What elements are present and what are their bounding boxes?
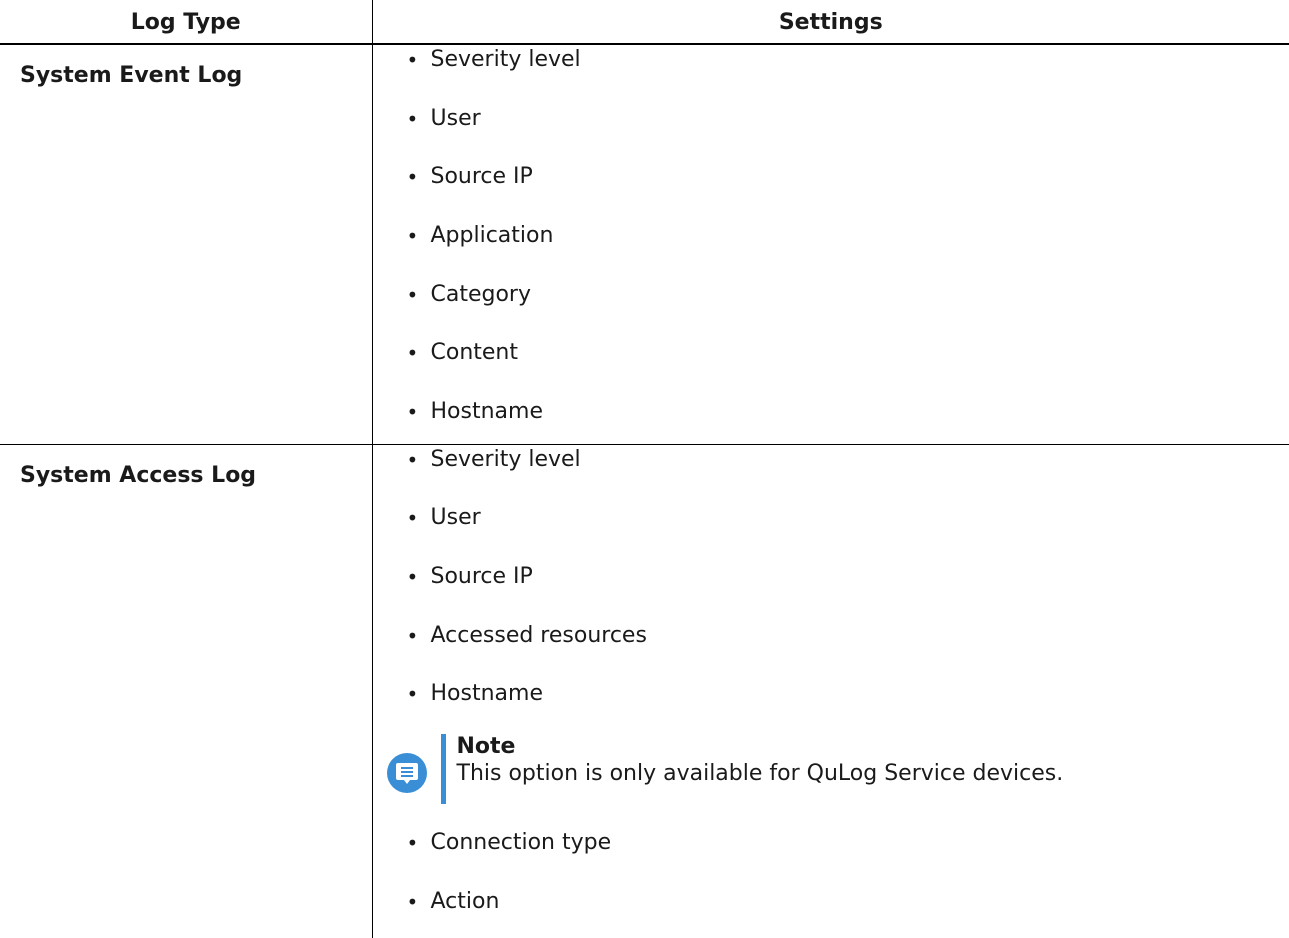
setting-label: Connection type xyxy=(430,829,612,855)
list-item: • Category xyxy=(407,266,1289,325)
list-item: • Accessed resources xyxy=(407,607,1289,666)
settings-list: • Connection type • Action xyxy=(373,814,1289,931)
settings-cell: • Severity level • User • Source IP • Access… xyxy=(372,444,1289,938)
list-item: • Connection type xyxy=(407,814,1289,873)
setting-label: Action xyxy=(430,888,500,914)
setting-label: Category xyxy=(430,281,532,307)
setting-label: Severity level xyxy=(430,446,581,472)
setting-label: Source IP xyxy=(430,164,533,190)
setting-label: User xyxy=(430,505,481,531)
bullet: • xyxy=(406,447,419,472)
setting-label: Severity level xyxy=(430,47,581,72)
list-item: • Severity level xyxy=(407,431,1289,490)
setting-label: Hostname xyxy=(430,681,543,707)
bullet: • xyxy=(406,830,419,855)
settings-cell: • Severity level • User • Source IP • Applic… xyxy=(372,44,1289,445)
bullet: • xyxy=(406,623,419,648)
setting-label: Accessed resources xyxy=(430,622,647,648)
note-accent-bar xyxy=(440,733,446,804)
bullet: • xyxy=(406,564,419,589)
list-item: • Source IP xyxy=(407,548,1289,607)
bullet: • xyxy=(406,224,419,249)
list-item: • Content xyxy=(407,324,1289,383)
bullet: • xyxy=(406,341,419,366)
note-text: This option is only available for QuLog … xyxy=(456,760,1064,786)
setting-label: Source IP xyxy=(430,563,533,589)
column-header-log-type: Log Type xyxy=(0,0,373,45)
log-type-cell: System Access Log xyxy=(0,444,373,938)
settings-list: • Severity level • User • Source IP • Access… xyxy=(373,431,1289,724)
list-item: • Application xyxy=(407,207,1289,266)
list-item: • User xyxy=(407,90,1289,149)
setting-label: Content xyxy=(430,340,519,366)
bullet: • xyxy=(406,106,419,131)
bullet: • xyxy=(406,400,419,425)
log-settings-table: Log Type Settings System Event Log • Seve… xyxy=(0,0,1289,938)
bullet: • xyxy=(406,682,419,707)
list-item: • Severity level xyxy=(407,31,1289,90)
note-callout: Note This option is only available for Q… xyxy=(386,730,1289,822)
list-item: • Source IP xyxy=(407,148,1289,207)
bullet: • xyxy=(406,48,419,72)
table-row: System Access Log • Severity level • User … xyxy=(0,444,1289,938)
list-item: • Hostname xyxy=(407,665,1289,724)
note-title: Note xyxy=(456,733,516,759)
setting-label: Hostname xyxy=(430,399,543,425)
note-speech-bubble-icon xyxy=(386,752,427,793)
bullet: • xyxy=(406,506,419,531)
settings-list: • Severity level • User • Source IP • Applic… xyxy=(373,31,1289,442)
bullet: • xyxy=(406,282,419,307)
setting-label: User xyxy=(430,105,481,131)
list-item: • User xyxy=(407,489,1289,548)
bullet: • xyxy=(406,165,419,190)
bullet: • xyxy=(406,889,419,914)
table-row: System Event Log • Severity level • User •… xyxy=(0,44,1289,445)
list-item: • Action xyxy=(407,873,1289,932)
setting-label: Application xyxy=(430,223,554,249)
log-type-cell: System Event Log xyxy=(0,44,373,445)
